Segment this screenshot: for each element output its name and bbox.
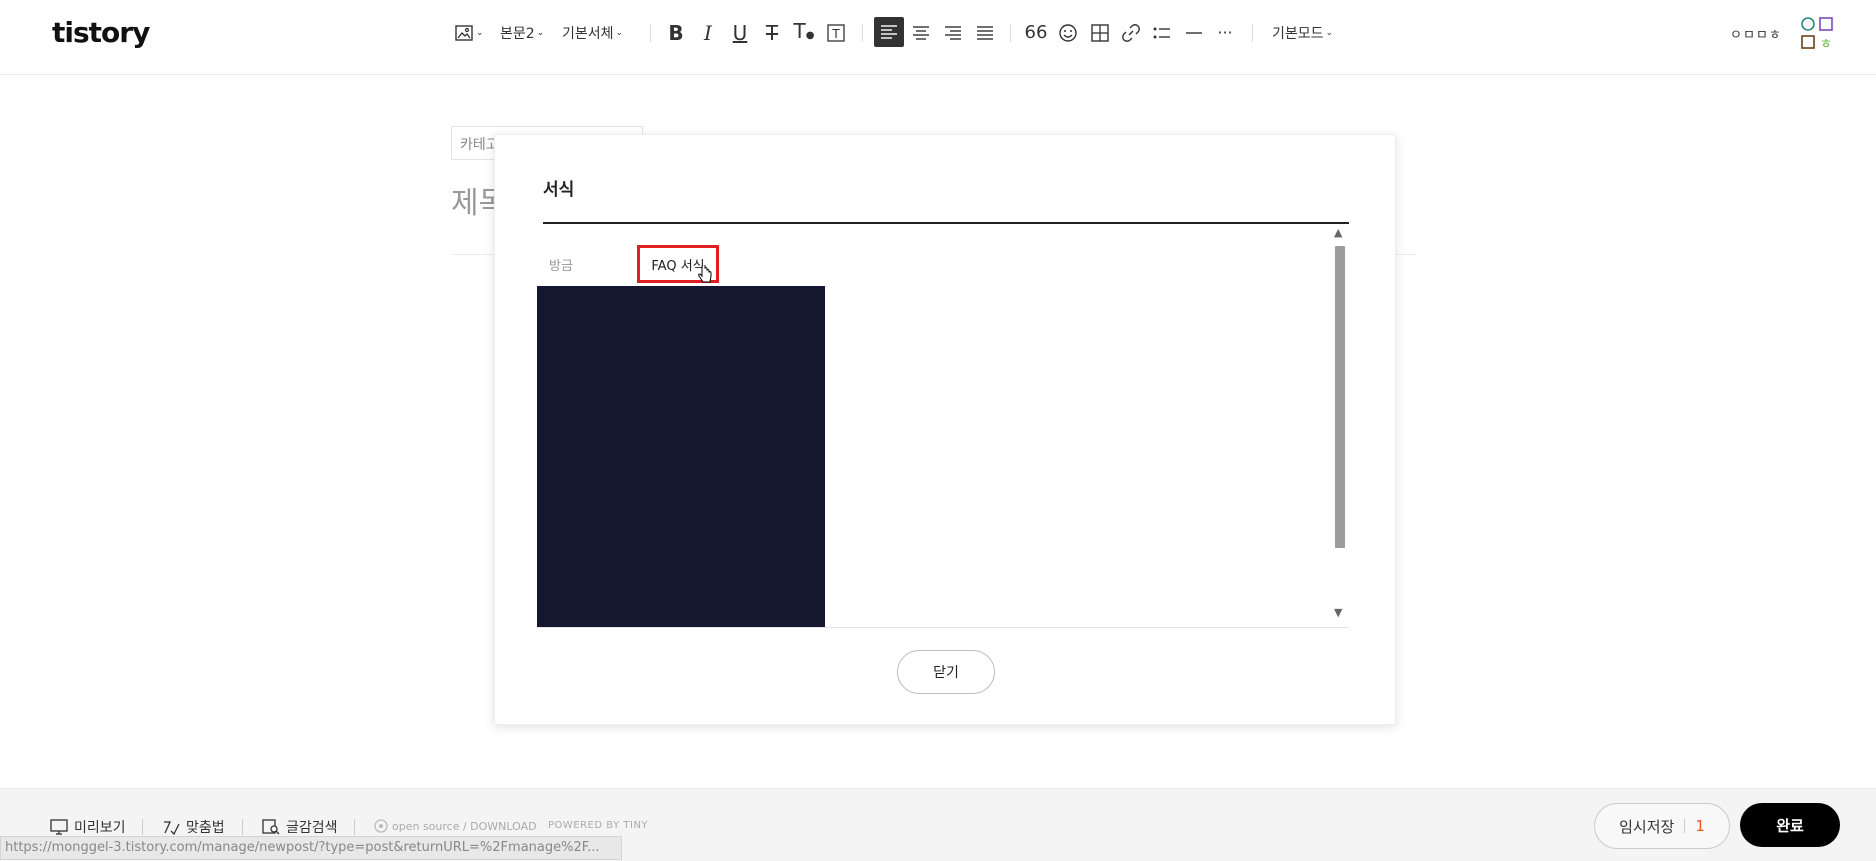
opensource-label: open source / DOWNLOAD [392, 819, 537, 833]
chevron-down-icon: ⌄ [536, 28, 545, 38]
close-button-label: 닫기 [933, 665, 959, 681]
list-divider [537, 627, 1349, 628]
scroll-thumb[interactable] [1335, 246, 1345, 548]
quote-icon: 66 [1024, 22, 1048, 43]
toolbar-divider [650, 24, 651, 42]
emoticon-button[interactable] [1056, 22, 1080, 44]
bold-button[interactable]: B [664, 22, 688, 44]
bottom-divider [242, 819, 243, 835]
font-dropdown[interactable]: 기본서체 ⌄ [562, 22, 623, 44]
table-icon [1091, 24, 1109, 42]
chevron-down-icon: ⌄ [476, 28, 484, 38]
italic-icon: I [704, 21, 712, 45]
bottom-divider [354, 819, 355, 835]
template-preview [537, 286, 825, 627]
align-center-button[interactable] [909, 22, 933, 44]
powered-by-label: POWERED BY TINY [548, 820, 648, 831]
mode-label: 기본모드 [1272, 26, 1324, 42]
modal-title-rule [543, 222, 1349, 224]
font-label: 기본서체 [562, 26, 614, 42]
more-icon: ··· [1217, 23, 1233, 42]
profile-avatar-icon: ㅎ [1801, 17, 1833, 52]
material-search-label: 글감검색 [286, 820, 338, 836]
align-right-icon [945, 26, 961, 40]
tistory-logo[interactable]: tistory [52, 16, 150, 49]
link-button[interactable] [1119, 22, 1143, 44]
temp-save-label: 임시저장 [1619, 817, 1675, 836]
avatar-letter-h: ㅎ [1820, 37, 1832, 52]
spellcheck-icon [164, 821, 180, 835]
align-left-icon [881, 25, 897, 39]
paragraph-style-dropdown[interactable]: 본문2 ⌄ [500, 22, 544, 44]
account-name[interactable]: ㅇㅁㅁㅎ [1730, 24, 1782, 43]
preview-label: 미리보기 [74, 820, 126, 836]
align-right-button[interactable] [941, 22, 965, 44]
chevron-down-icon: ⌄ [1325, 28, 1334, 38]
underline-icon: U [732, 21, 748, 45]
close-button[interactable]: 닫기 [897, 650, 995, 694]
template-modal: 서식 방금 FAQ 서식 닫기 [494, 134, 1396, 725]
text-background-button[interactable]: T [824, 22, 848, 44]
status-bar-url: https://monggel-3.tistory.com/manage/new… [0, 836, 622, 860]
emoticon-icon [1059, 24, 1077, 42]
text-background-icon: T [827, 24, 845, 42]
template-list: 방금 FAQ 서식 [537, 225, 1349, 628]
temp-save-count[interactable]: 1 [1695, 817, 1705, 835]
editor-toolbar: tistory ⌄ 본문2 ⌄ 기본서체 ⌄ B I U T T● T 66 ·… [0, 0, 1876, 75]
strikethrough-button[interactable]: T [760, 22, 784, 44]
list-button[interactable] [1150, 22, 1174, 44]
underline-button[interactable]: U [728, 22, 752, 44]
avatar[interactable]: ㅎ [1798, 14, 1836, 52]
bottom-divider [142, 819, 143, 835]
scroll-down-arrow-icon[interactable]: ▼ [1334, 606, 1342, 619]
opensource-icon [374, 819, 388, 833]
more-button[interactable]: ··· [1213, 22, 1237, 44]
horizontal-rule-button[interactable] [1182, 22, 1206, 44]
list-icon [1153, 27, 1170, 39]
quote-button[interactable]: 66 [1024, 22, 1048, 44]
horizontal-rule-icon [1186, 32, 1202, 34]
search-document-icon [262, 819, 280, 835]
italic-button[interactable]: I [696, 22, 720, 44]
align-justify-button[interactable] [973, 22, 997, 44]
template-list-scrollbar[interactable]: ▲ ▼ [1334, 226, 1346, 626]
align-left-button[interactable] [874, 17, 904, 47]
spellcheck-label: 맞춤법 [186, 820, 225, 836]
strikethrough-icon: T [765, 21, 779, 45]
align-center-icon [913, 26, 929, 40]
temp-save-divider [1684, 819, 1686, 833]
hand-cursor-icon [698, 265, 712, 283]
toolbar-divider [1252, 24, 1253, 42]
temp-save-button[interactable]: 임시저장 1 [1594, 803, 1730, 849]
scroll-up-arrow-icon[interactable]: ▲ [1334, 226, 1342, 239]
align-justify-icon [977, 26, 993, 40]
recent-label: 방금 [549, 259, 573, 274]
chevron-down-icon: ⌄ [615, 28, 624, 38]
mode-dropdown[interactable]: 기본모드 ⌄ [1272, 22, 1333, 44]
toolbar-divider [1010, 24, 1011, 42]
text-color-icon: T● [793, 18, 815, 43]
toolbar-divider [862, 24, 863, 42]
text-color-button[interactable]: T● [792, 18, 816, 44]
link-icon [1122, 24, 1140, 42]
publish-label: 완료 [1776, 816, 1804, 835]
svg-text:T: T [831, 27, 840, 41]
opensource-link[interactable]: open source / DOWNLOAD [374, 819, 537, 833]
bold-icon: B [668, 21, 684, 45]
table-button[interactable] [1088, 22, 1112, 44]
insert-image-button[interactable]: ⌄ [454, 22, 484, 44]
modal-title: 서식 [543, 180, 575, 200]
monitor-icon [50, 819, 68, 835]
image-icon [455, 25, 473, 41]
paragraph-style-label: 본문2 [500, 26, 535, 42]
spellcheck-button[interactable]: 맞춤법 [162, 817, 225, 837]
material-search-button[interactable]: 글감검색 [262, 817, 338, 837]
preview-button[interactable]: 미리보기 [50, 817, 126, 837]
publish-button[interactable]: 완료 [1740, 803, 1840, 847]
